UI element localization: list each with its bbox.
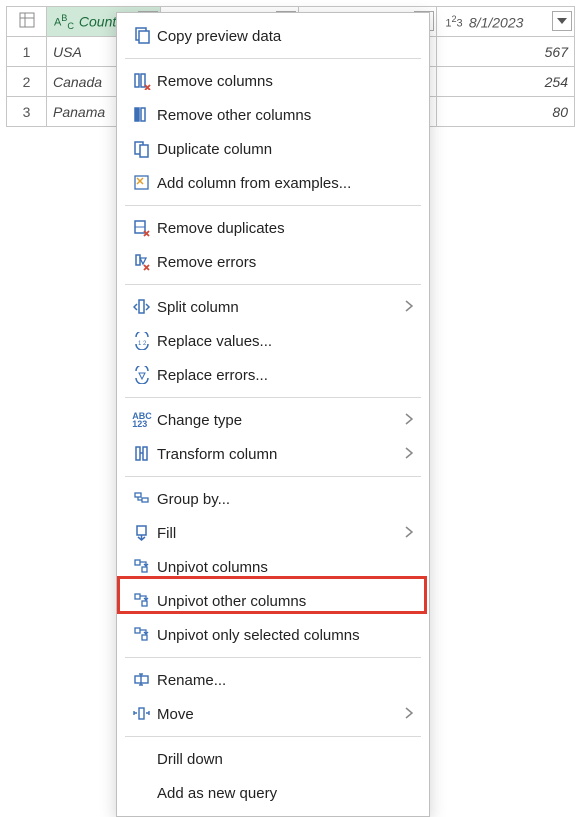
menu-label: Unpivot only selected columns <box>157 627 419 644</box>
cell[interactable]: 254 <box>437 67 575 97</box>
menu-label: Replace errors... <box>157 367 419 384</box>
menu-remove-duplicates[interactable]: Remove duplicates <box>117 211 429 245</box>
menu-split-column[interactable]: Split column <box>117 290 429 324</box>
menu-label: Move <box>157 706 405 723</box>
cell[interactable]: 567 <box>437 37 575 67</box>
menu-separator <box>125 205 421 206</box>
type-text-icon: ABC <box>53 13 75 31</box>
menu-drill-down[interactable]: Drill down <box>117 742 429 776</box>
menu-label: Remove duplicates <box>157 220 419 237</box>
menu-remove-other-columns[interactable]: Remove other columns <box>117 98 429 132</box>
menu-label: Rename... <box>157 672 419 689</box>
grid-corner[interactable] <box>7 7 47 37</box>
menu-separator <box>125 736 421 737</box>
menu-separator <box>125 476 421 477</box>
row-number[interactable]: 1 <box>7 37 47 67</box>
unpivot-icon <box>127 558 157 576</box>
unpivot-only-icon <box>127 626 157 644</box>
fill-icon <box>127 524 157 542</box>
group-by-icon <box>127 490 157 508</box>
unpivot-other-icon <box>127 592 157 610</box>
chevron-right-icon <box>405 299 419 315</box>
split-column-icon <box>127 298 157 316</box>
cell[interactable]: 80 <box>437 97 575 127</box>
menu-label: Add column from examples... <box>157 175 419 192</box>
menu-label: Copy preview data <box>157 28 419 45</box>
remove-columns-icon <box>127 72 157 90</box>
menu-separator <box>125 58 421 59</box>
menu-move[interactable]: Move <box>117 697 429 731</box>
remove-duplicates-icon <box>127 219 157 237</box>
menu-label: Unpivot other columns <box>157 593 419 610</box>
remove-other-columns-icon <box>127 106 157 124</box>
menu-unpivot-other-columns[interactable]: Unpivot other columns <box>117 584 429 618</box>
chevron-right-icon <box>405 412 419 428</box>
col-label: 8/1/2023 <box>469 14 524 30</box>
menu-change-type[interactable]: ABC123 Change type <box>117 403 429 437</box>
menu-label: Change type <box>157 412 405 429</box>
menu-label: Group by... <box>157 491 419 508</box>
add-column-examples-icon <box>127 174 157 192</box>
menu-label: Transform column <box>157 446 405 463</box>
menu-duplicate-column[interactable]: Duplicate column <box>117 132 429 166</box>
menu-rename[interactable]: Rename... <box>117 663 429 697</box>
menu-separator <box>125 397 421 398</box>
menu-label: Remove other columns <box>157 107 419 124</box>
menu-label: Add as new query <box>157 785 419 802</box>
menu-remove-errors[interactable]: Remove errors <box>117 245 429 279</box>
menu-replace-errors[interactable]: Replace errors... <box>117 358 429 392</box>
menu-label: Split column <box>157 299 405 316</box>
menu-copy-preview-data[interactable]: Copy preview data <box>117 19 429 53</box>
menu-label: Unpivot columns <box>157 559 419 576</box>
rename-icon <box>127 671 157 689</box>
menu-unpivot-only-selected[interactable]: Unpivot only selected columns <box>117 618 429 652</box>
menu-label: Duplicate column <box>157 141 419 158</box>
svg-text:1 2: 1 2 <box>138 341 147 347</box>
chevron-right-icon <box>405 706 419 722</box>
chevron-right-icon <box>405 446 419 462</box>
remove-errors-icon <box>127 253 157 271</box>
menu-add-column-from-examples[interactable]: Add column from examples... <box>117 166 429 200</box>
menu-label: Remove columns <box>157 73 419 90</box>
menu-remove-columns[interactable]: Remove columns <box>117 64 429 98</box>
row-number[interactable]: 2 <box>7 67 47 97</box>
copy-icon <box>127 27 157 45</box>
replace-values-icon: 1 2 <box>127 332 157 350</box>
type-number-icon: 123 <box>443 14 465 30</box>
transform-column-icon <box>127 445 157 463</box>
menu-separator <box>125 657 421 658</box>
replace-errors-icon <box>127 366 157 384</box>
chevron-right-icon <box>405 525 419 541</box>
col-header-8-1-2023[interactable]: 123 8/1/2023 <box>437 7 575 37</box>
menu-label: Drill down <box>157 751 419 768</box>
menu-label: Remove errors <box>157 254 419 271</box>
menu-fill[interactable]: Fill <box>117 516 429 550</box>
move-icon <box>127 705 157 723</box>
menu-group-by[interactable]: Group by... <box>117 482 429 516</box>
menu-replace-values[interactable]: 1 2 Replace values... <box>117 324 429 358</box>
change-type-icon: ABC123 <box>127 412 157 428</box>
menu-unpivot-columns[interactable]: Unpivot columns <box>117 550 429 584</box>
menu-label: Fill <box>157 525 405 542</box>
menu-add-as-new-query[interactable]: Add as new query <box>117 776 429 810</box>
context-menu: Copy preview data Remove columns Remove … <box>116 12 430 817</box>
filter-dropdown[interactable] <box>552 11 572 31</box>
menu-label: Replace values... <box>157 333 419 350</box>
duplicate-icon <box>127 140 157 158</box>
row-number[interactable]: 3 <box>7 97 47 127</box>
menu-separator <box>125 284 421 285</box>
menu-transform-column[interactable]: Transform column <box>117 437 429 471</box>
